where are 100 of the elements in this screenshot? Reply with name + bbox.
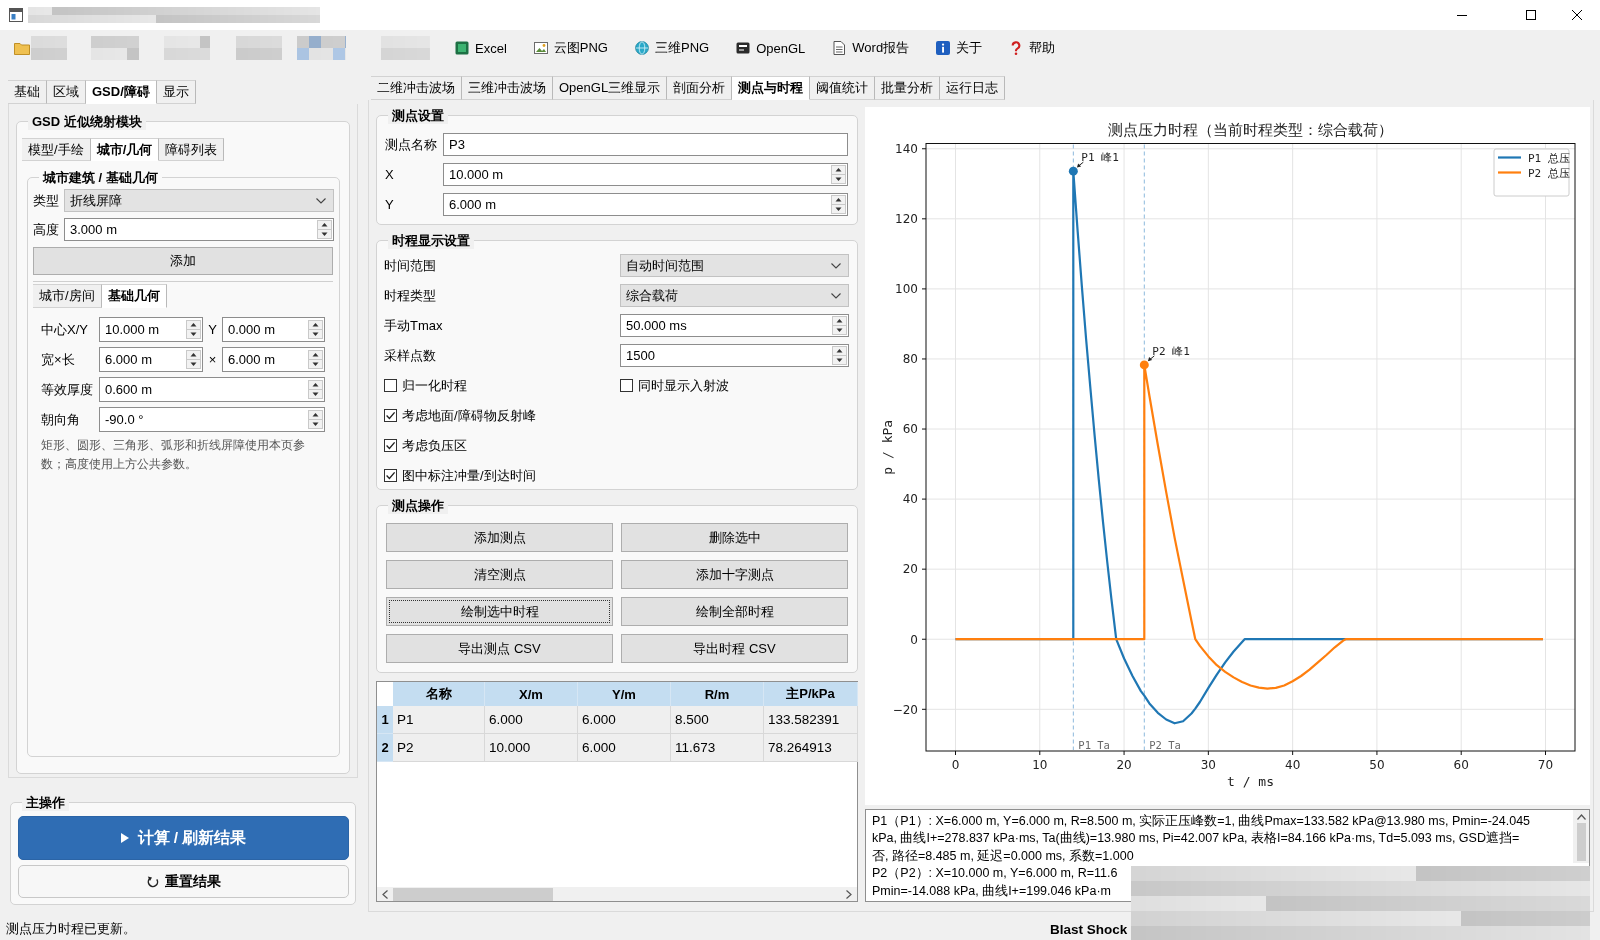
tab[interactable]: 测点与时程 <box>732 76 811 100</box>
toolbar-button[interactable]: Excel <box>451 35 511 61</box>
action-button[interactable]: 添加十字测点 <box>621 560 848 589</box>
checkbox[interactable] <box>620 379 633 392</box>
spin-arrows-icon[interactable] <box>308 320 323 339</box>
tab[interactable]: 区域 <box>47 80 86 104</box>
x-tick-label: 30 <box>1200 758 1216 772</box>
hint-text: 矩形、圆形、三角形、弧形和折线屏障使用本页参数；高度使用上方公共参数。 <box>41 437 306 473</box>
tab[interactable]: 障碍列表 <box>159 138 225 161</box>
checkbox[interactable] <box>384 379 397 392</box>
tab[interactable]: GSD/障碍 <box>86 80 157 104</box>
toolbar-button[interactable]: 帮助 <box>1005 35 1060 61</box>
spin-field[interactable]: 0.000 m <box>222 317 325 342</box>
minimize-icon <box>1457 14 1467 16</box>
pixelated-block <box>91 36 139 60</box>
spin-field[interactable]: 6.000 m <box>99 347 203 372</box>
folder-icon[interactable] <box>14 41 30 55</box>
checkbox[interactable] <box>384 469 397 482</box>
tab[interactable]: 批量分析 <box>875 76 941 100</box>
tab[interactable]: 基础 <box>8 80 47 104</box>
checkbox-label[interactable]: 归一化时程 <box>402 376 467 395</box>
spin-field[interactable]: -90.0 ° <box>99 407 325 432</box>
spin-arrows-icon[interactable] <box>317 220 332 239</box>
tab[interactable]: 三维冲击波场 <box>462 76 553 100</box>
spin-field[interactable]: 1500 <box>620 344 849 367</box>
x-tick-label: 40 <box>1285 758 1301 772</box>
vertical-scrollbar[interactable] <box>1573 810 1589 863</box>
action-button[interactable]: 绘制全部时程 <box>621 597 848 626</box>
scrollbar-thumb[interactable] <box>1576 823 1586 861</box>
chevron-down-icon[interactable] <box>831 292 841 299</box>
spin-field[interactable]: 6.000 m <box>222 347 325 372</box>
column-header[interactable]: X/m <box>485 682 578 706</box>
tab[interactable]: 基础几何 <box>101 284 167 308</box>
row-header[interactable]: 1 <box>377 706 393 734</box>
spin-arrows-icon[interactable] <box>832 316 847 335</box>
spin-field[interactable]: 10.000 m <box>443 163 848 186</box>
y-tick-label: 80 <box>902 352 918 367</box>
secondary-button[interactable]: 重置结果 <box>18 865 349 898</box>
toolbar-button[interactable]: OpenGL <box>732 35 810 61</box>
chevron-down-icon[interactable] <box>316 197 326 204</box>
toolbar-button[interactable]: 云图PNG <box>529 35 612 61</box>
action-button[interactable]: 添加测点 <box>386 523 613 552</box>
tab[interactable]: 模型/手绘 <box>22 138 91 161</box>
tab[interactable]: 城市/房间 <box>33 284 102 308</box>
spin-field[interactable]: 3.000 m <box>64 218 334 241</box>
checkbox-label[interactable]: 同时显示入射波 <box>638 376 729 395</box>
tab[interactable]: 二维冲击波场 <box>371 76 462 100</box>
tab[interactable]: 阈值统计 <box>810 76 876 100</box>
spin-arrows-icon[interactable] <box>308 380 323 399</box>
checkbox-label[interactable]: 考虑负压区 <box>402 436 467 455</box>
spin-arrows-icon[interactable] <box>186 350 201 369</box>
document-icon <box>832 41 847 55</box>
checkbox[interactable] <box>384 409 397 422</box>
checkbox[interactable] <box>384 439 397 452</box>
column-header[interactable]: 主P/kPa <box>764 682 858 706</box>
chevron-down-icon[interactable] <box>831 262 841 269</box>
tab[interactable]: 剖面分析 <box>667 76 733 100</box>
spin-field[interactable]: 10.000 m <box>99 317 203 342</box>
status-message: 测点压力时程已更新。 <box>6 921 136 936</box>
action-button[interactable]: 清空测点 <box>386 560 613 589</box>
combo-box[interactable]: 综合载荷 <box>620 284 849 307</box>
spin-field[interactable]: 6.000 m <box>443 193 848 216</box>
spin-arrows-icon[interactable] <box>186 320 201 339</box>
column-header[interactable]: Y/m <box>578 682 671 706</box>
horizontal-scrollbar[interactable] <box>377 887 857 901</box>
action-button[interactable]: 添加 <box>33 247 333 275</box>
action-button[interactable]: 导出测点 CSV <box>386 634 613 663</box>
tab[interactable]: 显示 <box>156 80 196 104</box>
tab[interactable]: 城市/几何 <box>90 138 160 161</box>
spin-field[interactable]: 50.000 ms <box>620 314 849 337</box>
text-field[interactable]: P3 <box>443 133 848 156</box>
toolbar-button[interactable]: 三维PNG <box>630 35 714 61</box>
column-header[interactable]: 名称 <box>393 682 485 706</box>
checkbox-label[interactable]: 图中标注冲量/到达时间 <box>402 466 536 485</box>
toolbar-button[interactable]: Word报告 <box>828 35 914 61</box>
action-button[interactable]: 删除选中 <box>621 523 848 552</box>
spin-arrows-icon[interactable] <box>832 346 847 365</box>
checkbox-label[interactable]: 考虑地面/障碍物反射峰 <box>402 406 536 425</box>
toolbar-button[interactable]: 关于 <box>932 35 987 61</box>
y-tick-label: 120 <box>895 212 918 227</box>
pixelated-block <box>236 36 282 60</box>
action-button[interactable]: 绘制选中时程 <box>386 597 613 626</box>
combo-box[interactable]: 折线屏障 <box>64 189 334 212</box>
tab[interactable]: OpenGL三维显示 <box>553 76 668 100</box>
row-header[interactable]: 2 <box>377 734 393 762</box>
tab[interactable]: 运行日志 <box>940 76 1006 100</box>
column-header[interactable]: R/m <box>671 682 764 706</box>
spin-arrows-icon[interactable] <box>831 195 846 214</box>
scrollbar-thumb[interactable] <box>393 887 553 901</box>
action-button[interactable]: 导出时程 CSV <box>621 634 848 663</box>
app-icon <box>9 8 23 22</box>
spin-arrows-icon[interactable] <box>831 165 846 184</box>
spin-field[interactable]: 0.600 m <box>99 377 325 402</box>
primary-button[interactable]: 计算 / 刷新结果 <box>18 816 349 860</box>
y-tick-label: 60 <box>902 422 918 437</box>
spin-arrows-icon[interactable] <box>308 350 323 369</box>
spin-arrows-icon[interactable] <box>308 410 323 429</box>
globe-icon <box>634 41 649 55</box>
peak-marker <box>1139 360 1149 370</box>
combo-box[interactable]: 自动时间范围 <box>620 254 849 277</box>
